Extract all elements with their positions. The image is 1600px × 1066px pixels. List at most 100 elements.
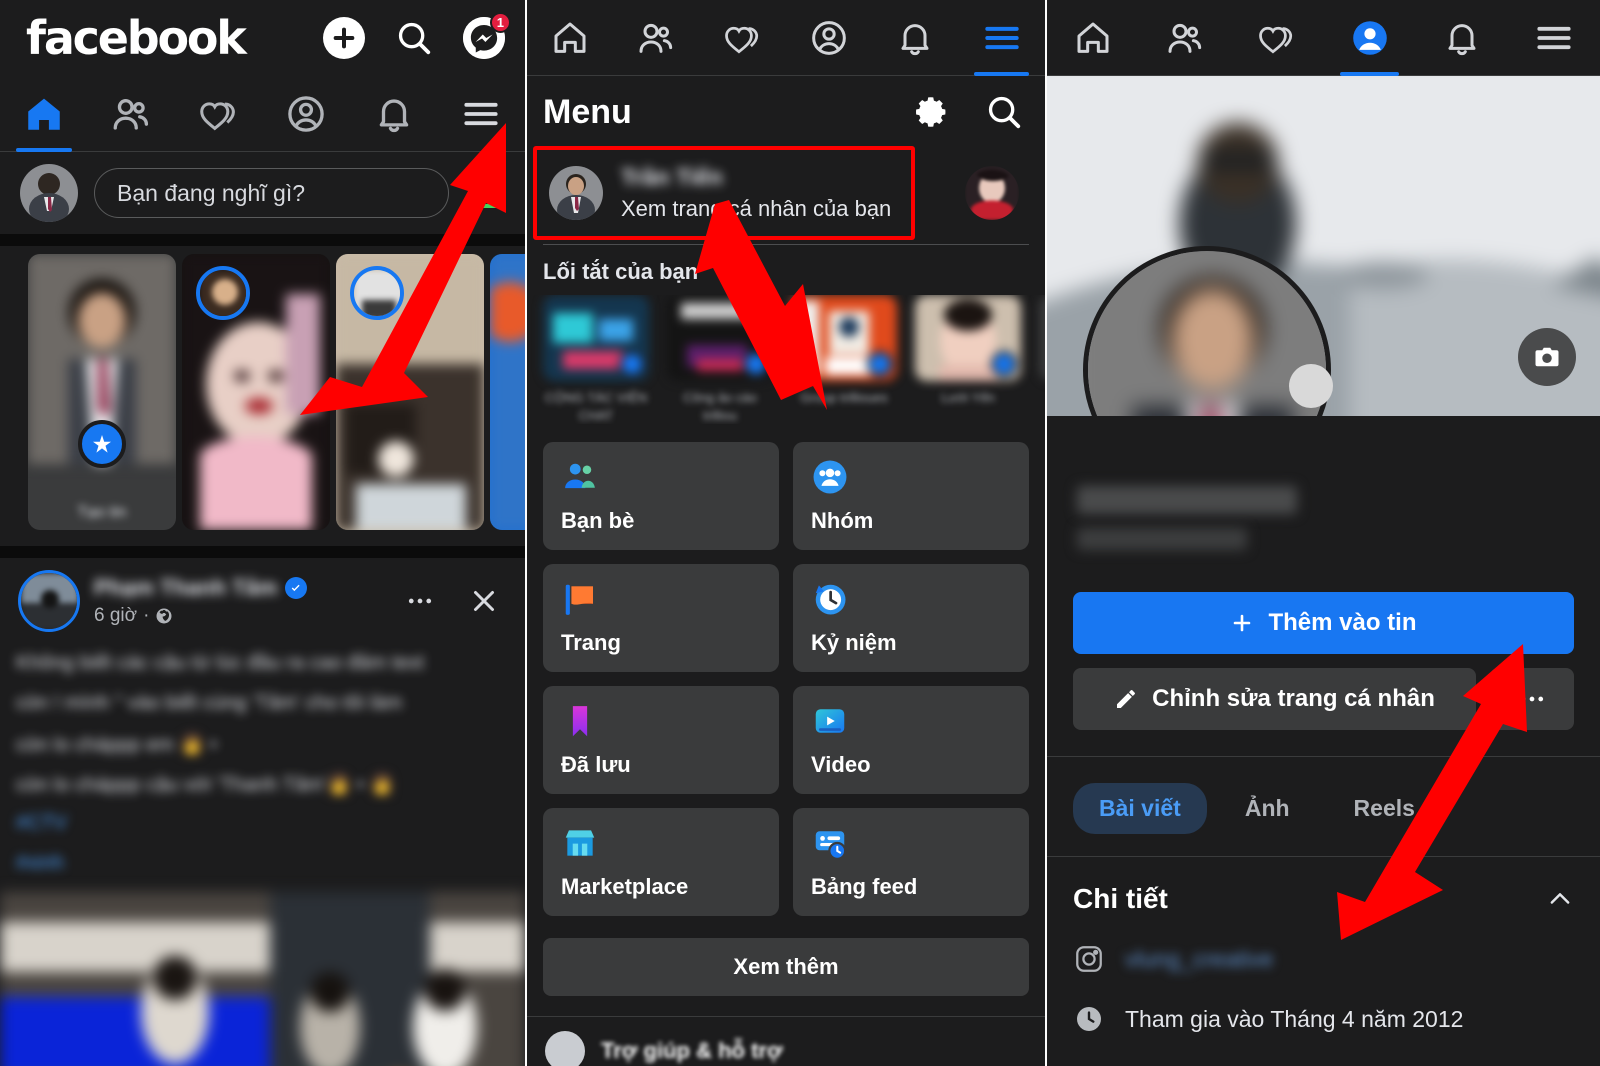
post-hashtag-link[interactable]: #CTV: [16, 812, 509, 838]
list-item[interactable]: Group trillioues: [791, 295, 897, 424]
sidebar-item-home[interactable]: [1047, 0, 1139, 75]
friends-color-icon: [561, 458, 761, 496]
shortcut-badge-icon: [867, 351, 893, 377]
sidebar-item-notifications[interactable]: [872, 0, 958, 75]
menu-tile-groups[interactable]: Nhóm: [793, 442, 1029, 550]
menu-tile-marketplace[interactable]: Marketplace: [543, 808, 779, 916]
sidebar-item-profile[interactable]: [1324, 0, 1416, 75]
stories-tray: Tạo tin: [0, 246, 525, 546]
mid-tab-bar: [527, 0, 1045, 76]
pencil-icon: [1114, 687, 1138, 711]
list-item[interactable]: Lưới Yến: [915, 295, 1021, 424]
search-icon[interactable]: [393, 17, 435, 59]
sidebar-item-profile[interactable]: [786, 0, 872, 75]
photo-gallery-icon[interactable]: [465, 173, 505, 213]
sidebar-item-menu[interactable]: [959, 0, 1045, 75]
ellipsis-icon[interactable]: [387, 586, 453, 616]
details-header[interactable]: Chi tiết: [1073, 883, 1574, 915]
close-icon[interactable]: [467, 584, 507, 618]
post-text-line: còn ! mình " vào biết cùng 'Tâm' cho tôi…: [16, 692, 509, 718]
list-item[interactable]: Tạo tin: [28, 254, 176, 530]
menu-tile-label: Kỷ niệm: [811, 630, 1011, 656]
post-hashtag-link[interactable]: #xinh: [16, 852, 509, 878]
list-item-label: Công ảo cáo trilliou: [667, 389, 773, 424]
sidebar-item-home[interactable]: [0, 76, 88, 151]
menu-tile-label: Đã lưu: [561, 752, 761, 778]
help-icon: [545, 1031, 585, 1066]
post-text-line: Không biết các cậu từ lúc đầu ra cao đảm…: [16, 652, 509, 678]
avatar[interactable]: [549, 166, 603, 220]
menu-tile-label: Bảng feed: [811, 874, 1011, 900]
post-image[interactable]: [0, 892, 525, 1066]
menu-profile-name: Trần Tiến: [621, 164, 947, 190]
list-item[interactable]: vlung_creative: [1073, 943, 1574, 975]
bookmark-icon: [561, 702, 761, 740]
tab-posts[interactable]: Bài viết: [1073, 783, 1207, 834]
more-options-button[interactable]: [1490, 668, 1574, 730]
profile-actions: Thêm vào tin Chỉnh sửa trang cá nhân: [1047, 592, 1600, 730]
messenger-badge: 1: [490, 12, 511, 33]
add-to-story-button[interactable]: Thêm vào tin: [1073, 592, 1574, 654]
profile-name-block: [1047, 416, 1600, 592]
sidebar-item-watch[interactable]: [1231, 0, 1323, 75]
edit-profile-picture-icon[interactable]: [1289, 364, 1333, 408]
see-more-button[interactable]: Xem thêm: [543, 938, 1029, 996]
facebook-topbar: facebook 1: [0, 0, 525, 76]
list-item-label: Group trillioues: [791, 389, 897, 407]
details-title: Chi tiết: [1073, 883, 1168, 915]
camera-icon[interactable]: [1518, 328, 1576, 386]
menu-tile-feeds[interactable]: Bảng feed: [793, 808, 1029, 916]
sidebar-item-menu[interactable]: [1508, 0, 1600, 75]
menu-tile-pages[interactable]: Trang: [543, 564, 779, 672]
menu-tile-label: Bạn bè: [561, 508, 761, 534]
menu-header: Menu: [527, 76, 1045, 148]
avatar[interactable]: [18, 570, 80, 632]
tab-reels[interactable]: Reels: [1328, 783, 1441, 834]
profile-content-tabs: Bài viết Ảnh Reels: [1047, 756, 1600, 856]
secondary-account-avatar[interactable]: [965, 166, 1019, 220]
menu-tile-video[interactable]: Video: [793, 686, 1029, 794]
post-composer: Bạn đang nghĩ gì?: [0, 152, 525, 234]
sidebar-item-home[interactable]: [527, 0, 613, 75]
avatar[interactable]: [20, 164, 78, 222]
menu-profile-row[interactable]: Trần Tiến Xem trang cá nhân của bạn: [539, 152, 1033, 234]
profile-name: [1077, 486, 1297, 514]
sidebar-item-friends[interactable]: [1139, 0, 1231, 75]
plus-icon[interactable]: [323, 17, 365, 59]
search-icon[interactable]: [985, 93, 1023, 131]
menu-tile-saved[interactable]: Đã lưu: [543, 686, 779, 794]
sidebar-item-friends[interactable]: [613, 0, 699, 75]
messenger-icon[interactable]: 1: [463, 17, 505, 59]
section-divider: [0, 546, 525, 558]
menu-bottom-row[interactable]: Trợ giúp & hỗ trợ: [527, 1016, 1045, 1066]
divider: [543, 244, 1029, 245]
shortcuts-list: CỘNG TÁC VIÊN CHAT Công ảo cáo trilliou …: [527, 295, 1045, 424]
story-author-avatar: [196, 266, 250, 320]
list-item[interactable]: [490, 254, 525, 530]
menu-tile-friends[interactable]: Bạn bè: [543, 442, 779, 550]
chevron-up-icon[interactable]: [1546, 885, 1574, 913]
sidebar-item-watch[interactable]: [700, 0, 786, 75]
gear-icon[interactable]: [913, 93, 951, 131]
panel-profile: Thêm vào tin Chỉnh sửa trang cá nhân Bài…: [1045, 0, 1600, 1066]
menu-tile-memories[interactable]: Kỷ niệm: [793, 564, 1029, 672]
feeds-icon: [811, 824, 1011, 862]
list-item-label: Tham gia vào Tháng 4 năm 2012: [1125, 1006, 1463, 1033]
add-to-story-label: Thêm vào tin: [1268, 609, 1416, 637]
list-item[interactable]: [336, 254, 484, 530]
sidebar-item-notifications[interactable]: [1416, 0, 1508, 75]
sidebar-item-menu[interactable]: [438, 76, 526, 151]
edit-profile-button[interactable]: Chỉnh sửa trang cá nhân: [1073, 668, 1476, 730]
create-story-button[interactable]: [78, 420, 126, 468]
sidebar-item-watch[interactable]: [175, 76, 263, 151]
list-item[interactable]: CỘNG TÁC VIÊN CHAT: [543, 295, 649, 424]
list-item[interactable]: [182, 254, 330, 530]
sidebar-item-profile[interactable]: [263, 76, 351, 151]
sidebar-item-friends[interactable]: [88, 76, 176, 151]
list-item[interactable]: Công ảo cáo trilliou: [667, 295, 773, 424]
sidebar-item-notifications[interactable]: [350, 76, 438, 151]
composer-input[interactable]: Bạn đang nghĩ gì?: [94, 168, 449, 218]
list-item[interactable]: Tham gia vào Tháng 4 năm 2012: [1073, 1003, 1574, 1035]
cover-photo[interactable]: [1047, 76, 1600, 416]
tab-photos[interactable]: Ảnh: [1219, 783, 1316, 834]
